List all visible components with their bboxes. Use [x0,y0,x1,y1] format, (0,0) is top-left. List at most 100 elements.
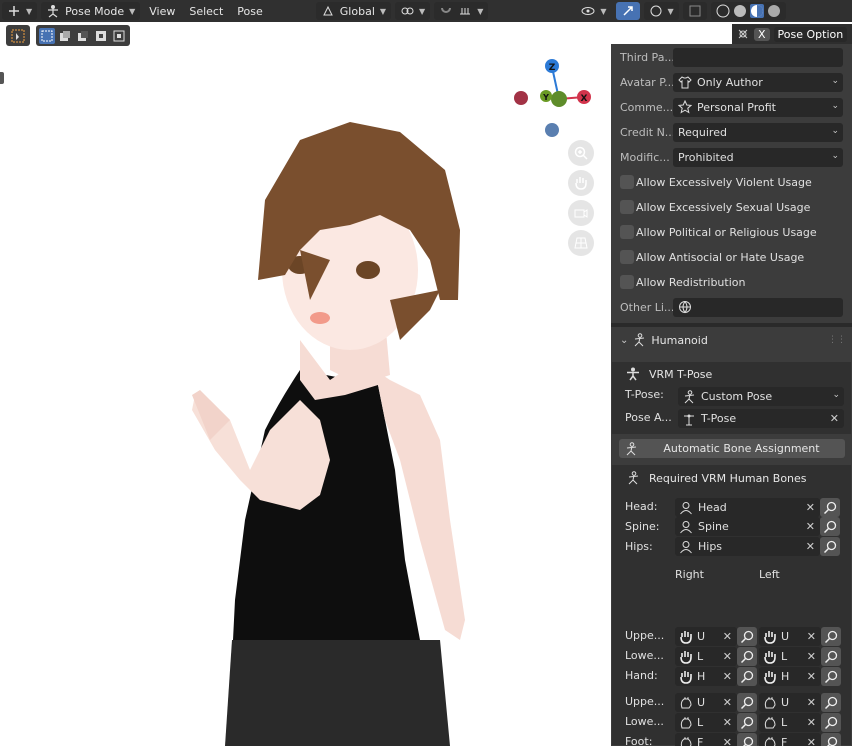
pan-button[interactable] [568,170,594,196]
spine-search-button[interactable] [820,517,840,536]
editor-type-button[interactable]: ▼ [2,2,38,20]
right-bone-field[interactable]: L ✕ [675,713,737,732]
left-search-button[interactable] [821,693,841,712]
head-search-button[interactable] [820,498,840,517]
other-license-field[interactable] [673,297,843,317]
menu-view[interactable]: View [144,2,180,20]
close-icon[interactable]: ✕ [807,716,816,729]
xray-toggle[interactable] [682,2,707,20]
close-icon[interactable]: ✕ [807,736,816,746]
snap-toggle[interactable]: ▼ [434,2,489,20]
right-search-button[interactable] [737,713,757,732]
camera-button[interactable] [568,200,594,226]
right-search-button[interactable] [737,693,757,712]
mode-selector[interactable]: Pose Mode ▼ [41,2,141,20]
mirror-x-button[interactable]: X [754,27,770,41]
right-search-button[interactable] [737,733,757,746]
hips-bone-field[interactable]: Hips ✕ [675,537,820,556]
select-extend-button[interactable] [57,28,73,44]
left-bone-field[interactable]: L ✕ [759,713,821,732]
right-bone-field[interactable]: U ✕ [675,627,737,646]
select-intersect-button[interactable] [111,28,127,44]
tpose-dropdown[interactable]: Custom Pose ⌄ [678,387,844,406]
close-icon[interactable]: ✕ [723,670,732,683]
menu-select[interactable]: Select [184,2,228,20]
right-search-button[interactable] [737,627,757,646]
credit-notation-label: Credit N... [620,125,673,139]
gizmo-toggle[interactable] [615,2,640,20]
gizmo-neg-z[interactable] [545,123,559,137]
right-bone-field[interactable]: H ✕ [675,667,737,686]
close-icon[interactable]: ✕ [723,696,732,709]
checkbox-violent[interactable]: Allow Excessively Violent Usage [611,171,852,193]
menu-pose[interactable]: Pose [232,2,267,20]
commercial-usage-dropdown[interactable]: Personal Profit ⌄ [673,97,843,117]
left-bone-field[interactable]: U ✕ [759,627,821,646]
modification-dropdown[interactable]: Prohibited ⌄ [673,147,843,167]
close-icon[interactable]: ✕ [807,670,816,683]
orientation-selector[interactable]: Global ▼ [315,2,392,20]
left-bone-field[interactable]: H ✕ [759,667,821,686]
close-icon[interactable]: ✕ [806,520,815,533]
close-icon[interactable]: ✕ [806,540,815,553]
checkbox-redistribution[interactable]: Allow Redistribution [611,271,852,293]
checkbox-antisocial[interactable]: Allow Antisocial or Hate Usage [611,246,852,268]
humanoid-header[interactable]: ⌄ Humanoid ⋮⋮ [611,329,852,351]
close-icon[interactable]: ✕ [830,412,839,425]
right-bone-field[interactable]: L ✕ [675,647,737,666]
select-invert-button[interactable] [93,28,109,44]
close-icon[interactable]: ✕ [807,630,816,643]
select-new-button[interactable] [39,27,55,44]
credit-notation-dropdown[interactable]: Required ⌄ [673,122,843,142]
visibility-selector[interactable]: ▼ [576,2,611,20]
left-search-button[interactable] [821,627,841,646]
left-bone-field[interactable]: F ✕ [759,733,821,746]
checkbox[interactable] [620,250,634,264]
left-bone-field[interactable]: L ✕ [759,647,821,666]
close-icon[interactable]: ✕ [723,630,732,643]
pin-icon[interactable] [736,27,750,41]
select-tool-button[interactable] [6,25,30,46]
checkbox-political[interactable]: Allow Political or Religious Usage [611,221,852,243]
pivot-selector[interactable]: ▼ [395,2,431,20]
right-search-button[interactable] [737,667,757,686]
overlay-toggle[interactable]: ▼ [643,2,679,20]
close-icon[interactable]: ✕ [723,716,732,729]
left-search-button[interactable] [821,713,841,732]
checkbox[interactable] [620,175,634,189]
checkbox[interactable] [620,200,634,214]
perspective-button[interactable] [568,230,594,256]
head-bone-field[interactable]: Head ✕ [675,498,820,517]
close-icon[interactable]: ✕ [723,736,732,746]
checkbox-sexual[interactable]: Allow Excessively Sexual Usage [611,196,852,218]
checkbox[interactable] [620,225,634,239]
right-bone-field[interactable]: U ✕ [675,693,737,712]
spine-label: Spine: [625,520,660,533]
avatar-permission-dropdown[interactable]: Only Author ⌄ [673,72,843,92]
navigation-gizmo[interactable]: Z X Y [505,55,600,140]
pose-action-field[interactable]: T-Pose ✕ [678,409,844,428]
right-search-button[interactable] [737,647,757,666]
toolbar-toggle[interactable] [0,72,4,84]
left-bone-field[interactable]: U ✕ [759,693,821,712]
shading-selector[interactable] [710,2,786,20]
select-subtract-button[interactable] [75,28,91,44]
gizmo-neg-x[interactable] [514,91,528,105]
drag-handle-icon[interactable]: ⋮⋮ [828,335,846,345]
close-icon[interactable]: ✕ [807,650,816,663]
left-search-button[interactable] [821,647,841,666]
checkbox[interactable] [620,275,634,289]
pose-options-button[interactable]: Pose Option [773,26,848,42]
close-icon[interactable]: ✕ [807,696,816,709]
right-bone-field[interactable]: F ✕ [675,733,737,746]
auto-bone-assignment-button[interactable]: Automatic Bone Assignment [619,439,845,458]
zoom-button[interactable] [568,140,594,166]
close-icon[interactable]: ✕ [723,650,732,663]
left-search-button[interactable] [821,733,841,746]
third-party-field[interactable] [673,47,843,67]
left-search-button[interactable] [821,667,841,686]
hips-search-button[interactable] [820,537,840,556]
gizmo-neg-y[interactable] [551,91,567,107]
close-icon[interactable]: ✕ [806,501,815,514]
spine-bone-field[interactable]: Spine ✕ [675,517,820,536]
